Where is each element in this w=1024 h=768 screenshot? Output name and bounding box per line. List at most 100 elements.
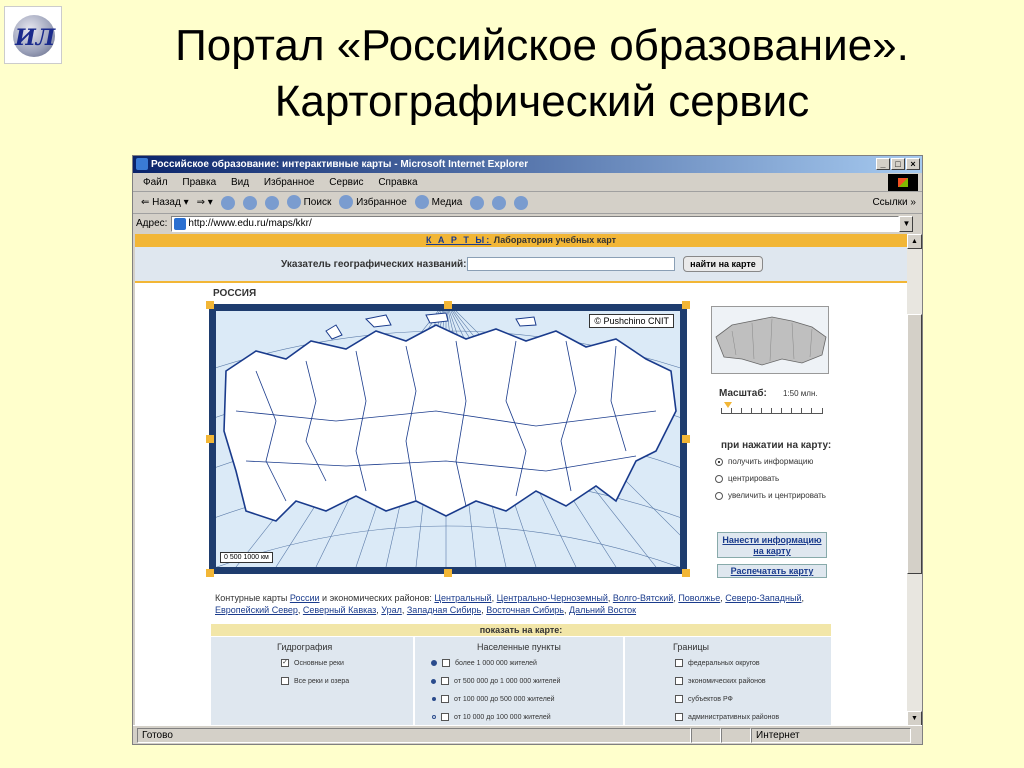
menu-edit[interactable]: Правка bbox=[182, 177, 216, 188]
hydro-main-rivers-checkbox[interactable]: ✓ bbox=[281, 659, 289, 667]
menu-help[interactable]: Справка bbox=[378, 177, 417, 188]
radio-get-info-label: получить информацию bbox=[728, 457, 814, 466]
border-admin-districts[interactable]: административных районов bbox=[675, 713, 779, 721]
radio-center[interactable]: центрировать bbox=[715, 474, 779, 483]
settlement-500k[interactable]: от 500 000 до 1 000 000 жителей bbox=[431, 677, 560, 685]
main-map-frame: © Pushchino CNIT 0 500 1000 км bbox=[206, 301, 690, 577]
find-on-map-button[interactable]: найти на карте bbox=[683, 256, 763, 272]
borders-head: Границы bbox=[673, 642, 709, 652]
contour-maps-links: Контурные карты России и экономических р… bbox=[215, 593, 805, 615]
contour-mid: и экономических районов: bbox=[322, 593, 432, 603]
print-icon[interactable] bbox=[492, 195, 507, 210]
word-icon[interactable] bbox=[514, 195, 529, 210]
settlement-1m-checkbox[interactable] bbox=[442, 659, 450, 667]
stop-icon[interactable] bbox=[220, 195, 235, 210]
history-icon[interactable] bbox=[470, 195, 485, 210]
search-button[interactable]: Поиск bbox=[286, 192, 331, 214]
forward-button[interactable]: ⇒ ▾ bbox=[197, 192, 213, 214]
russia-landmass bbox=[223, 324, 677, 522]
status-text-cell: Готово bbox=[137, 727, 691, 743]
status-bar: Готово Интернет bbox=[133, 725, 922, 744]
geo-search-input[interactable] bbox=[467, 257, 675, 271]
settlement-1m[interactable]: более 1 000 000 жителей bbox=[431, 659, 537, 667]
settlement-500k-checkbox[interactable] bbox=[441, 677, 449, 685]
settlement-100k[interactable]: от 100 000 до 500 000 жителей bbox=[432, 695, 555, 703]
radio-zoom-center[interactable]: увеличить и центрировать bbox=[715, 491, 826, 500]
media-button-label: Медиа bbox=[431, 196, 463, 208]
radio-zoom-center-control[interactable] bbox=[715, 491, 723, 500]
border-admin-districts-checkbox[interactable] bbox=[675, 713, 683, 721]
address-input[interactable]: http://www.edu.ru/maps/kkr/ bbox=[171, 216, 900, 232]
radio-zoom-center-label: увеличить и центрировать bbox=[728, 491, 826, 500]
link-region-central[interactable]: Центральный bbox=[434, 593, 491, 603]
settlement-10k[interactable]: от 10 000 до 100 000 жителей bbox=[432, 713, 551, 721]
menu-view[interactable]: Вид bbox=[231, 177, 249, 188]
scroll-up-button[interactable]: ▲ bbox=[907, 234, 922, 249]
settlement-10k-checkbox[interactable] bbox=[441, 713, 449, 721]
add-info-button[interactable]: Нанести информацию на карту bbox=[717, 532, 827, 558]
hydro-all-rivers-checkbox[interactable] bbox=[281, 677, 289, 685]
link-region-east-siberia[interactable]: Восточная Сибирь bbox=[486, 605, 564, 615]
print-map-button[interactable]: Распечатать карту bbox=[717, 564, 827, 578]
pan-w-handle[interactable] bbox=[206, 435, 214, 443]
address-dropdown-button[interactable]: ▼ bbox=[899, 216, 914, 232]
back-button[interactable]: ⇐ Назад ▾ bbox=[141, 192, 189, 214]
link-russia[interactable]: России bbox=[290, 593, 320, 603]
link-region-ural[interactable]: Урал bbox=[381, 605, 402, 615]
settlement-100k-checkbox[interactable] bbox=[441, 695, 449, 703]
main-map[interactable]: © Pushchino CNIT 0 500 1000 км bbox=[216, 311, 680, 567]
minimize-button[interactable]: _ bbox=[876, 158, 890, 170]
link-region-far-east[interactable]: Дальний Восток bbox=[569, 605, 636, 615]
close-button[interactable]: × bbox=[906, 158, 920, 170]
border-federal-districts-checkbox[interactable] bbox=[675, 659, 683, 667]
refresh-icon[interactable] bbox=[242, 195, 257, 210]
settlement-1m-marker-icon bbox=[431, 660, 437, 666]
link-region-european-north[interactable]: Европейский Север bbox=[215, 605, 298, 615]
scroll-down-button[interactable]: ▼ bbox=[907, 711, 922, 726]
pan-n-handle[interactable] bbox=[444, 301, 452, 309]
link-region-povolzhye[interactable]: Поволжье bbox=[678, 593, 720, 603]
link-region-volgo-vyatka[interactable]: Волго-Вятский bbox=[613, 593, 673, 603]
pan-s-handle[interactable] bbox=[444, 569, 452, 577]
link-region-northwest[interactable]: Северо-Западный bbox=[725, 593, 801, 603]
browser-window: Российское образование: интерактивные ка… bbox=[132, 155, 923, 745]
scroll-thumb[interactable] bbox=[907, 314, 922, 574]
border-economic-regions[interactable]: экономических районов bbox=[675, 677, 766, 685]
vertical-scrollbar[interactable]: ▲ ▼ bbox=[907, 234, 922, 726]
menu-file[interactable]: Файл bbox=[143, 177, 168, 188]
overview-map[interactable] bbox=[711, 306, 829, 374]
link-region-west-siberia[interactable]: Западная Сибирь bbox=[407, 605, 481, 615]
pan-ne-handle[interactable] bbox=[682, 301, 690, 309]
pan-nw-handle[interactable] bbox=[206, 301, 214, 309]
border-subjects-label: субъектов РФ bbox=[688, 695, 733, 703]
menu-favorites[interactable]: Избранное bbox=[264, 177, 315, 188]
link-region-central-chernozem[interactable]: Центрально-Черноземный bbox=[497, 593, 608, 603]
links-button[interactable]: Ссылки » bbox=[872, 192, 916, 214]
status-zone-cell: Интернет bbox=[751, 727, 911, 743]
border-federal-districts[interactable]: федеральных округов bbox=[675, 659, 760, 667]
radio-center-control[interactable] bbox=[715, 474, 723, 483]
pan-se-handle[interactable] bbox=[682, 569, 690, 577]
maximize-button[interactable]: □ bbox=[891, 158, 905, 170]
border-subjects[interactable]: субъектов РФ bbox=[675, 695, 733, 703]
scale-slider[interactable] bbox=[721, 408, 823, 414]
scale-label: Масштаб: bbox=[719, 388, 767, 399]
media-button[interactable]: Медиа bbox=[414, 192, 463, 214]
radio-get-info-control[interactable] bbox=[715, 457, 723, 466]
pan-e-handle[interactable] bbox=[682, 435, 690, 443]
border-subjects-checkbox[interactable] bbox=[675, 695, 683, 703]
kart-link[interactable]: К А Р Т Ы: bbox=[426, 235, 491, 245]
logo-mark: ИЛ bbox=[15, 25, 56, 51]
settlement-500k-marker-icon bbox=[431, 678, 436, 684]
favorites-button[interactable]: Избранное bbox=[339, 192, 407, 214]
status-text: Готово bbox=[142, 729, 173, 741]
border-economic-regions-checkbox[interactable] bbox=[675, 677, 683, 685]
hydro-all-rivers[interactable]: Все реки и озера bbox=[281, 677, 349, 685]
menu-tools[interactable]: Сервис bbox=[329, 177, 363, 188]
hydro-main-rivers[interactable]: ✓ Основные реки bbox=[281, 659, 344, 667]
region-title: РОССИЯ bbox=[213, 288, 257, 299]
radio-get-info[interactable]: получить информацию bbox=[715, 457, 813, 466]
link-region-north-caucasus[interactable]: Северный Кавказ bbox=[303, 605, 376, 615]
home-icon[interactable] bbox=[264, 195, 279, 210]
pan-sw-handle[interactable] bbox=[206, 569, 214, 577]
